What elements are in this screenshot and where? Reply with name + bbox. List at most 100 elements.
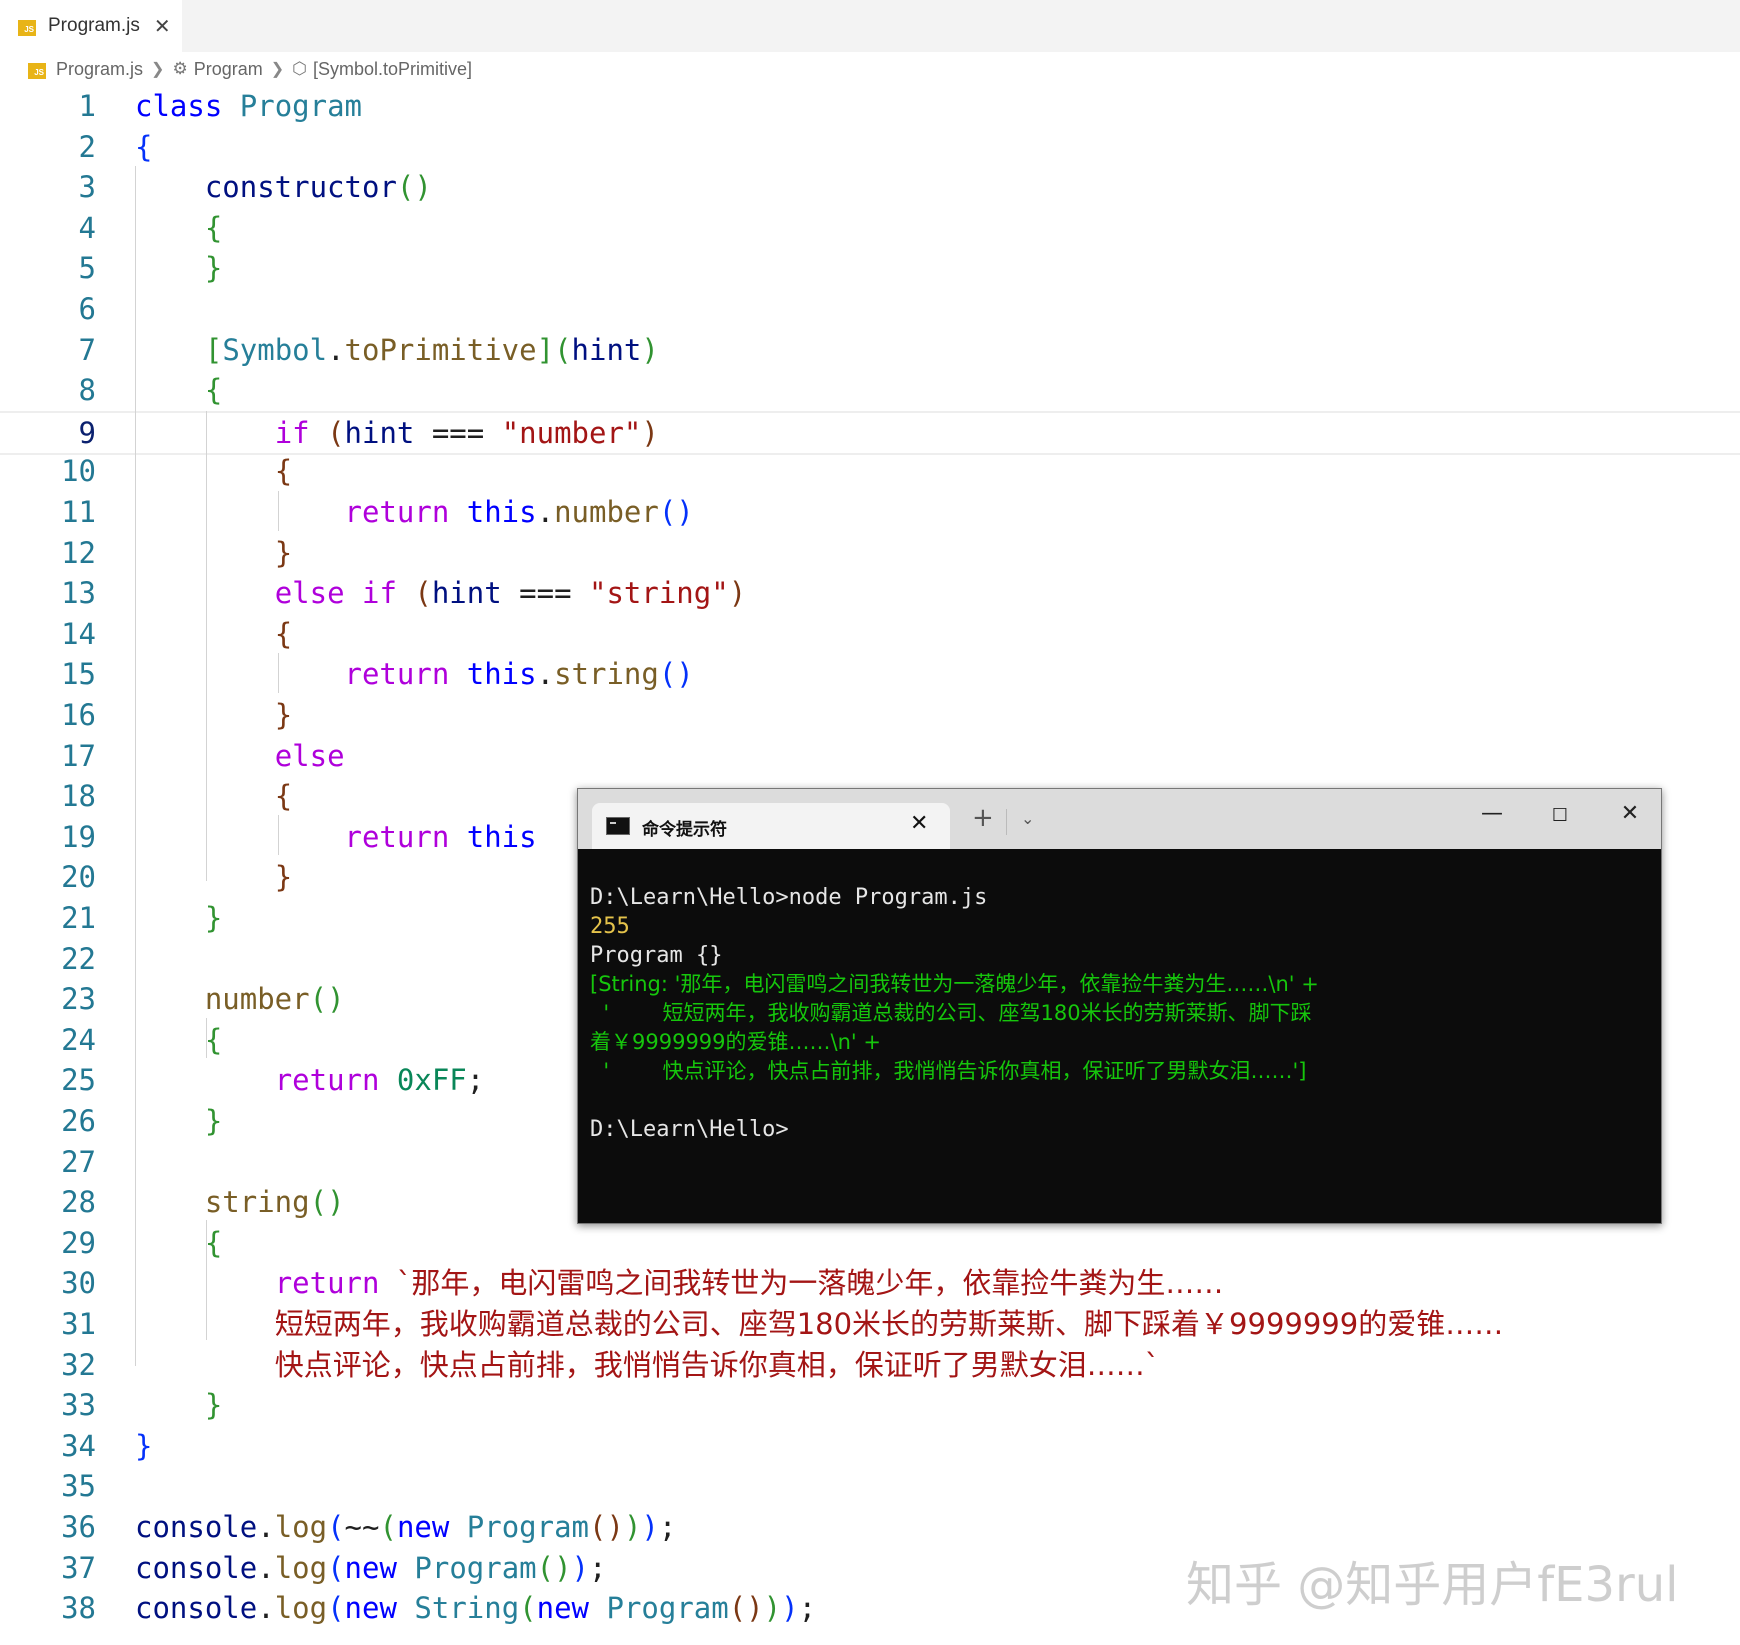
code-token: new: [344, 1550, 397, 1585]
command-prompt-window[interactable]: 命令提示符 ✕ + ⌄ — ☐ ✕ D:\Learn\Hello>node Pr…: [577, 788, 1662, 1224]
close-icon[interactable]: ✕: [910, 811, 928, 836]
code-line[interactable]: 35: [0, 1466, 1740, 1506]
code-line[interactable]: 34}: [0, 1426, 1740, 1466]
code-text: {: [135, 208, 222, 248]
code-line[interactable]: 7 [Symbol.toPrimitive](hint): [0, 330, 1740, 370]
code-token: (): [589, 1510, 624, 1544]
code-token: {: [274, 779, 293, 814]
plus-icon[interactable]: +: [972, 803, 994, 833]
code-line[interactable]: 29 {: [0, 1223, 1740, 1263]
line-number: 9: [78, 415, 96, 450]
code-token: (: [327, 1510, 345, 1544]
cmd-tab[interactable]: 命令提示符 ✕: [592, 803, 950, 849]
terminal-output[interactable]: D:\Learn\Hello>node Program.js 255 Program…: [590, 883, 1650, 1144]
code-line[interactable]: 11 return this.number(): [0, 492, 1740, 532]
code-line[interactable]: 33 }: [0, 1385, 1740, 1425]
code-text: [Symbol.toPrimitive](hint): [135, 330, 659, 370]
code-text: }: [135, 533, 292, 573]
code-line[interactable]: 17 else: [0, 736, 1740, 776]
code-line[interactable]: 4 {: [0, 208, 1740, 248]
code-line[interactable]: 32 快点评论，快点占前排，我悄悄告诉你真相，保证听了男默女泪……`: [0, 1345, 1740, 1385]
code-text: {: [135, 1020, 222, 1060]
code-token: {: [204, 373, 223, 408]
code-line[interactable]: 30 return `那年，电闪雷鸣之间我转世为一落魄少年，依靠捡牛粪为生……: [0, 1263, 1740, 1303]
code-token: Symbol: [222, 332, 328, 367]
code-line[interactable]: 36 console.log(~~(new Program()));: [0, 1507, 1740, 1547]
code-text: 短短两年，我收购霸道总裁的公司、座驾180米长的劳斯莱斯、脚下踩着￥999999…: [135, 1304, 1504, 1344]
code-line[interactable]: 2{: [0, 127, 1740, 167]
code-token: [: [204, 332, 223, 367]
breadcrumb-member[interactable]: [Symbol.toPrimitive]: [313, 59, 472, 80]
tab-program-js[interactable]: JS Program.js ✕: [0, 0, 182, 52]
code-token: if: [274, 415, 310, 450]
code-token: ): [641, 1510, 659, 1544]
indent-guide: [135, 166, 136, 1366]
close-icon[interactable]: ✕: [154, 14, 171, 39]
code-text: string(): [135, 1182, 345, 1222]
code-line[interactable]: 3 constructor(): [0, 167, 1740, 207]
watermark: 知乎 @知乎用户fE3rul: [1186, 1557, 1679, 1613]
indent-guide: [278, 653, 279, 693]
code-text: class Program: [135, 86, 362, 126]
code-token: String: [414, 1591, 520, 1626]
code-line[interactable]: 13 else if (hint === "string"): [0, 573, 1740, 613]
code-token: {: [274, 616, 293, 651]
code-token: .: [257, 1510, 275, 1544]
line-number: 17: [61, 738, 96, 773]
code-token: .: [327, 332, 345, 367]
line-number: 7: [78, 332, 96, 367]
code-line[interactable]: 14 {: [0, 614, 1740, 654]
code-line[interactable]: 6: [0, 289, 1740, 329]
tab-label: Program.js: [48, 15, 140, 36]
code-token: hint: [344, 415, 415, 450]
code-line[interactable]: 5 }: [0, 248, 1740, 288]
line-number: 34: [61, 1428, 96, 1463]
code-line[interactable]: 9 if (hint === "number"): [0, 410, 1740, 455]
breadcrumb-file[interactable]: Program.js: [56, 59, 143, 80]
cmd-titlebar[interactable]: 命令提示符 ✕ + ⌄ — ☐ ✕: [578, 789, 1661, 849]
maximize-icon[interactable]: ☐: [1540, 805, 1580, 837]
code-line[interactable]: 8 {: [0, 370, 1740, 410]
indent-guide: [278, 815, 279, 855]
code-token: new: [396, 1510, 450, 1544]
code-token: (): [309, 1185, 345, 1220]
terminal-line: [String: '那年，电闪雷鸣之间我转世为一落魄少年，依靠捡牛粪为生……\n…: [590, 972, 1319, 996]
code-token: ~~: [344, 1510, 380, 1544]
editor-tab-bar: JS Program.js ✕: [0, 0, 1740, 52]
code-line[interactable]: 12 }: [0, 533, 1740, 573]
code-token: `那年，电闪雷鸣之间我转世为一落魄少年，依靠捡牛粪为生……: [396, 1266, 1224, 1301]
breadcrumb: JS Program.js ❯ ⚙ Program ❯ ⬡ [Symbol.to…: [0, 52, 1740, 86]
code-token: Program: [466, 1510, 590, 1544]
code-line[interactable]: 16 }: [0, 695, 1740, 735]
code-text: else: [135, 736, 345, 776]
code-text: }: [135, 248, 222, 288]
code-token: }: [204, 1388, 223, 1423]
chevron-down-icon[interactable]: ⌄: [1021, 809, 1034, 828]
code-token: {: [204, 1022, 223, 1057]
code-token: (): [309, 982, 345, 1017]
code-token: (): [536, 1550, 572, 1585]
code-token: .: [257, 1550, 275, 1585]
close-icon[interactable]: ✕: [1610, 801, 1650, 833]
indent-guide: [278, 491, 279, 531]
code-line[interactable]: 31 短短两年，我收购霸道总裁的公司、座驾180米长的劳斯莱斯、脚下踩着￥999…: [0, 1304, 1740, 1344]
breadcrumb-class[interactable]: Program: [194, 59, 263, 80]
code-line[interactable]: 10 {: [0, 451, 1740, 491]
code-line[interactable]: 1 class Program: [0, 86, 1740, 126]
minimize-icon[interactable]: —: [1472, 801, 1512, 833]
terminal-line: ' 快点评论，快点占前排，我悄悄告诉你真相，保证听了男默女泪……']: [590, 1059, 1307, 1083]
code-text: return `那年，电闪雷鸣之间我转世为一落魄少年，依靠捡牛粪为生……: [135, 1263, 1224, 1303]
code-line[interactable]: 15 return this.string(): [0, 654, 1740, 694]
code-token: }: [204, 251, 223, 286]
